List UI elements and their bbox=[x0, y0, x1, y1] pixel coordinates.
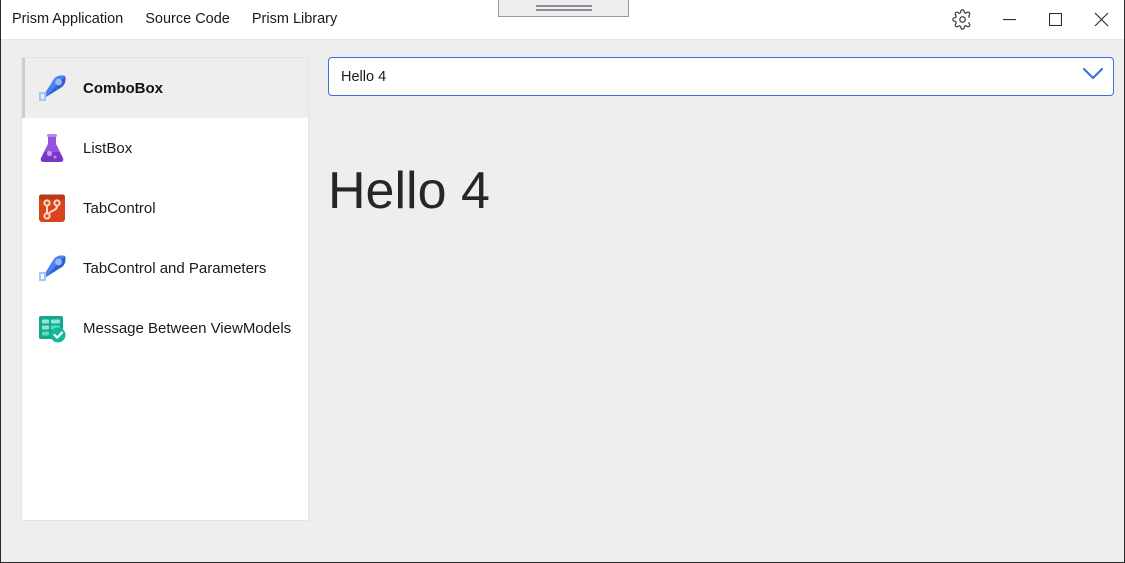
menu-item-prism-application[interactable]: Prism Application bbox=[12, 12, 123, 27]
selected-value-display: Hello 4 bbox=[328, 162, 490, 220]
drag-handle-grip-icon bbox=[535, 4, 592, 13]
menu-item-prism-library[interactable]: Prism Library bbox=[252, 12, 337, 27]
item-combobox[interactable]: Hello 4 bbox=[328, 57, 1114, 96]
gear-icon bbox=[951, 9, 973, 30]
maximize-button[interactable] bbox=[1032, 0, 1078, 40]
navigation-sidebar: ComboBox ListBox TabControl TabControl a… bbox=[21, 57, 309, 521]
flask-icon bbox=[34, 130, 70, 166]
settings-button[interactable] bbox=[938, 0, 986, 40]
sidebar-item-label: TabControl and Parameters bbox=[83, 259, 267, 277]
sidebar-item-tabcontrol[interactable]: TabControl bbox=[22, 178, 308, 238]
sidebar-item-message-between-viewmodels[interactable]: Message Between ViewModels bbox=[22, 298, 308, 358]
sidebar-item-label: ListBox bbox=[83, 139, 133, 157]
rocket-icon bbox=[34, 250, 70, 286]
window-body: ComboBox ListBox TabControl TabControl a… bbox=[1, 40, 1124, 561]
combobox-dropdown-button[interactable] bbox=[1073, 58, 1113, 95]
maximize-icon bbox=[1048, 13, 1062, 26]
sidebar-item-label: Message Between ViewModels bbox=[83, 319, 292, 337]
sidebar-item-tabcontrol-and-parameters[interactable]: TabControl and Parameters bbox=[22, 238, 308, 298]
drag-handle[interactable] bbox=[498, 0, 629, 17]
sidebar-item-label: TabControl bbox=[83, 199, 156, 217]
application-window: Prism Application Source Code Prism Libr… bbox=[0, 0, 1125, 563]
board-check-icon bbox=[34, 310, 70, 346]
git-branch-icon bbox=[34, 190, 70, 226]
sidebar-item-combobox[interactable]: ComboBox bbox=[22, 58, 308, 118]
close-icon bbox=[1094, 12, 1109, 27]
main-menu: Prism Application Source Code Prism Libr… bbox=[1, 12, 337, 27]
menu-item-source-code[interactable]: Source Code bbox=[145, 12, 230, 27]
sidebar-item-listbox[interactable]: ListBox bbox=[22, 118, 308, 178]
minimize-button[interactable] bbox=[986, 0, 1032, 40]
rocket-icon bbox=[34, 70, 70, 106]
chevron-down-icon bbox=[1082, 67, 1104, 86]
minimize-icon bbox=[1002, 13, 1016, 26]
combobox-selected-value[interactable]: Hello 4 bbox=[329, 69, 1073, 85]
sidebar-item-label: ComboBox bbox=[83, 79, 163, 97]
content-area: Hello 4 Hello 4 bbox=[328, 57, 1114, 521]
caption-buttons bbox=[938, 0, 1124, 40]
close-button[interactable] bbox=[1078, 0, 1124, 40]
